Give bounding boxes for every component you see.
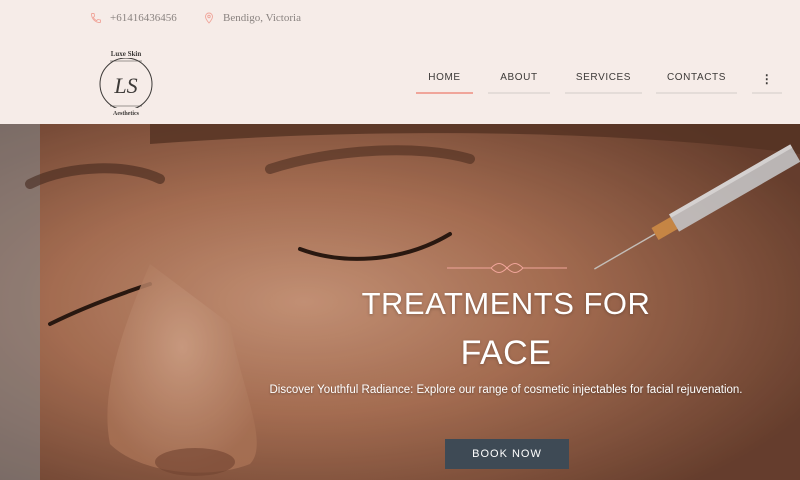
nav-item-label: SERVICES	[575, 72, 632, 83]
more-menu-button[interactable]: ⋮	[752, 72, 782, 94]
ornament-divider	[447, 263, 567, 273]
location-text: Bendigo, Victoria	[223, 12, 301, 24]
phone-contact[interactable]: +61416436456	[90, 12, 177, 24]
location-pin-icon	[205, 12, 213, 24]
hero-banner: TREATMENTS FOR FACE Discover Youthful Ra…	[0, 124, 800, 480]
hero-title-line2: FACE	[460, 334, 552, 372]
nav-item-about[interactable]: ABOUT	[488, 72, 550, 94]
logo-top-text: Luxe Skin	[111, 50, 142, 58]
nav-underline	[565, 92, 642, 94]
nav-item-label: CONTACTS	[666, 72, 727, 83]
site-header: Luxe Skin LS Aesthetics HOME ABOUT SERVI…	[0, 38, 800, 124]
nav-underline	[416, 92, 473, 94]
nav-item-services[interactable]: SERVICES	[565, 72, 642, 94]
nav-underline	[656, 92, 737, 94]
location-contact[interactable]: Bendigo, Victoria	[203, 12, 301, 24]
brand-logo[interactable]: Luxe Skin LS Aesthetics	[94, 44, 158, 120]
nav-item-home[interactable]: HOME	[416, 72, 473, 94]
top-contact-bar: +61416436456 Bendigo, Victoria	[0, 0, 800, 38]
logo-bottom-text: Aesthetics	[113, 111, 140, 117]
hero-subtitle: Discover Youthful Radiance: Explore our …	[269, 384, 743, 396]
hero-title-line1: TREATMENTS FOR	[361, 286, 651, 321]
logo-monogram: LS	[113, 73, 137, 98]
book-now-button[interactable]: BOOK NOW	[445, 439, 569, 469]
phone-icon	[91, 13, 101, 23]
phone-number: +61416436456	[110, 12, 177, 24]
kebab-menu-icon: ⋮	[760, 72, 774, 86]
nav-underline	[488, 92, 550, 94]
nav-item-contacts[interactable]: CONTACTS	[656, 72, 737, 94]
nav-item-label: HOME	[428, 72, 461, 83]
nav-underline	[752, 92, 782, 94]
nav-item-label: ABOUT	[500, 72, 538, 83]
